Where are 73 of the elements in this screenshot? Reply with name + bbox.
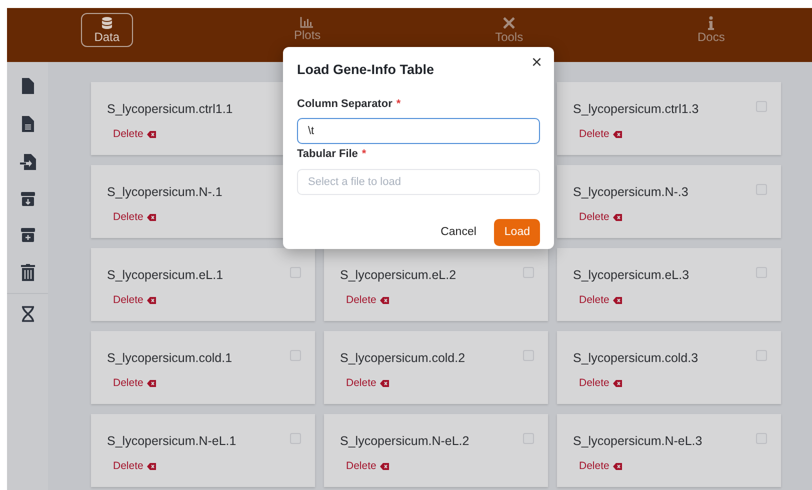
backspace-icon [613,214,622,222]
trash-icon[interactable] [20,264,34,281]
field-label: Column Separator * [297,96,540,112]
sample-name: S_lycopersicum.ctrl1.1 [107,101,233,118]
document-icon[interactable] [22,116,34,132]
delete-button[interactable]: Delete [346,292,390,308]
checkbox[interactable] [756,184,767,195]
checkbox[interactable] [523,267,534,278]
sample-name: S_lycopersicum.N-eL.2 [340,433,470,450]
sample-name: S_lycopersicum.N-.1 [107,184,222,201]
required-mark: * [396,96,401,112]
backspace-icon [613,463,622,470]
checkbox[interactable] [523,433,534,444]
backspace-icon [380,463,390,470]
bar-chart-icon [300,16,314,28]
backspace-icon [613,131,622,138]
backspace-icon [147,214,156,222]
file-import-icon[interactable] [20,154,36,170]
file-icon[interactable] [22,78,34,94]
delete-button[interactable]: Delete [346,458,390,474]
checkbox[interactable] [290,350,301,361]
field-label: Tabular File * [297,146,540,162]
checkbox[interactable] [756,267,767,278]
sample-name: S_lycopersicum.cold.3 [573,350,698,367]
checkbox[interactable] [756,350,767,361]
delete-button[interactable]: Delete [579,376,622,392]
close-button[interactable]: × [529,53,544,73]
nav-tab[interactable]: Data [81,13,133,48]
sample-name: S_lycopersicum.cold.1 [107,350,232,367]
delete-button[interactable]: Delete [579,458,622,474]
nav-tab[interactable]: Plots [280,13,334,46]
delete-button[interactable]: Delete [579,210,622,226]
sample-name: S_lycopersicum.N-eL.3 [573,433,702,450]
backspace-icon [147,380,156,388]
sample-name: S_lycopersicum.eL.2 [340,267,456,284]
checkbox[interactable] [290,267,301,278]
backspace-icon [613,297,622,304]
required-mark: * [362,147,366,162]
info-icon [708,16,714,30]
delete-button[interactable]: Delete [346,376,390,392]
checkbox[interactable] [290,433,301,444]
checkbox[interactable] [756,101,767,112]
sample-name: S_lycopersicum.N-.3 [573,184,688,201]
checkbox[interactable] [756,433,767,444]
delete-button[interactable]: Delete [113,126,156,142]
backspace-icon [380,380,390,388]
load-button[interactable]: Load [494,218,540,246]
sample-name: S_lycopersicum.eL.1 [107,267,224,284]
checkbox[interactable] [523,350,534,361]
delete-button[interactable]: Delete [113,376,156,392]
nav-tab[interactable]: Tools [482,13,536,48]
delete-button[interactable]: Delete [113,292,156,308]
database-icon [100,16,114,30]
sample-name: S_lycopersicum.ctrl1.3 [573,101,699,118]
delete-button[interactable]: Delete [579,292,622,308]
delete-button[interactable]: Delete [113,458,156,474]
input-field[interactable]: Select a file to load [297,168,540,194]
nav-tab[interactable]: Docs [684,13,738,48]
backspace-icon [613,380,622,388]
sample-name: S_lycopersicum.cold.2 [340,350,466,367]
backspace-icon [147,131,156,138]
sample-name: S_lycopersicum.N-eL.1 [107,433,236,450]
backspace-icon [147,297,156,304]
cancel-button[interactable]: Cancel [430,218,486,246]
backspace-icon [380,297,390,304]
archive-download-icon[interactable] [20,192,34,206]
sample-name: S_lycopersicum.eL.3 [573,267,690,284]
input-field[interactable]: \t [297,118,540,144]
delete-button[interactable]: Delete [113,210,156,226]
archive-add-icon[interactable] [20,228,34,242]
dialog-title: Load Gene-Info Table [297,62,434,78]
delete-button[interactable]: Delete [579,126,622,142]
backspace-icon [147,463,156,470]
